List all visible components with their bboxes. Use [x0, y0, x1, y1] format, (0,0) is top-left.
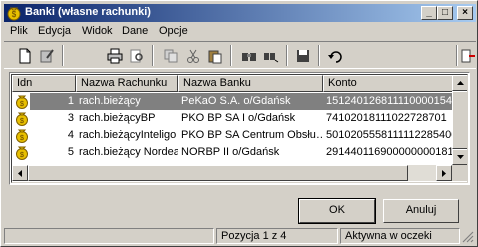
find-icon[interactable] [238, 45, 260, 66]
column-header-account-name[interactable]: Nazwa Rachunku [76, 75, 178, 92]
money-bag-icon: $ [16, 112, 28, 126]
scroll-corner [452, 165, 467, 181]
scroll-right-button[interactable] [436, 165, 452, 181]
svg-text:$: $ [12, 10, 17, 19]
menu-bar: Plik Edycja Widok Dane Opcje [4, 23, 476, 40]
toolbar [4, 41, 476, 69]
vertical-scroll-thumb[interactable] [452, 91, 467, 149]
accounts-list[interactable]: Idn Nazwa Rachunku Nazwa Banku Konto $ 1… [9, 72, 470, 185]
svg-text:$: $ [20, 152, 24, 159]
cell-bank-name: PeKaO S.A. o/Gdańsk [178, 93, 323, 110]
table-row[interactable]: $ 4 rach.bieżącyInteligo PKO BP SA Centr… [12, 127, 467, 144]
arrow-left-icon [18, 169, 22, 177]
cell-account-number: 74102018111022728701 [326, 112, 447, 124]
status-bar: Pozycja 1 z 4 Aktywna w oczeki [4, 227, 476, 245]
money-bag-icon: $ [7, 7, 21, 21]
copy-icon[interactable] [160, 45, 182, 66]
scroll-down-button[interactable] [452, 149, 467, 165]
money-bag-icon: $ [16, 95, 28, 109]
edit-icon[interactable] [36, 45, 58, 66]
svg-text:$: $ [20, 101, 24, 108]
toolbar-separator [456, 45, 458, 66]
toolbar-separator [230, 45, 232, 66]
status-position: Pozycja 1 z 4 [216, 228, 338, 244]
bank-accounts-window: $ Banki (własne rachunki) _ □ × Plik Edy… [0, 0, 478, 247]
find-next-icon[interactable] [260, 45, 282, 66]
cell-bank-name: PKO BP SA I o/Gdańsk [181, 112, 296, 124]
svg-text:$: $ [20, 118, 24, 125]
cell-idn: 3 [67, 112, 74, 124]
horizontal-scroll-thumb[interactable] [28, 165, 408, 181]
cell-account-name: rach.bieżący Nordea [79, 146, 178, 158]
money-bag-icon: $ [16, 146, 28, 160]
toolbar-separator [318, 45, 320, 66]
cell-idn: 4 [67, 129, 74, 141]
undo-icon[interactable] [324, 45, 346, 66]
svg-text:$: $ [20, 135, 24, 142]
cut-icon[interactable] [182, 45, 204, 66]
print-icon[interactable] [104, 45, 126, 66]
table-row[interactable]: $ 5 rach.bieżący Nordea NORBP II o/Gdańs… [12, 144, 467, 161]
minimize-button[interactable]: _ [421, 6, 437, 20]
toolbar-separator [286, 45, 288, 66]
window-title: Banki (własne rachunki) [25, 6, 151, 18]
title-bar[interactable]: $ Banki (własne rachunki) _ □ × [4, 4, 476, 22]
scroll-left-button[interactable] [12, 165, 28, 181]
row-icon-cell: $ 1 [12, 93, 76, 110]
close-button[interactable]: × [457, 6, 473, 20]
cancel-button[interactable]: Anuluj [383, 199, 459, 223]
arrow-right-icon [442, 169, 446, 177]
menu-widok[interactable]: Widok [82, 25, 113, 37]
ok-button[interactable]: OK [298, 198, 376, 224]
table-row[interactable]: $ 1 rach.bieżący PeKaO S.A. o/Gdańsk 151… [12, 93, 467, 110]
cell-idn: 5 [67, 146, 74, 158]
cell-account-name: rach.bieżącyInteligo [79, 129, 177, 141]
save-icon[interactable] [292, 45, 314, 66]
cell-account-name: rach.bieżącyBP [79, 112, 156, 124]
menu-dane[interactable]: Dane [122, 25, 148, 37]
cell-account-name: rach.bieżący [76, 93, 178, 110]
status-panel-empty [4, 228, 214, 244]
toolbar-separator [152, 45, 154, 66]
scroll-up-button[interactable] [452, 75, 467, 91]
cell-bank-name: NORBP II o/Gdańsk [181, 146, 280, 158]
toolbar-separator [62, 45, 64, 66]
arrow-up-icon [456, 81, 464, 85]
column-header-bank-name[interactable]: Nazwa Banku [178, 75, 323, 92]
arrow-down-icon [456, 155, 464, 159]
cell-bank-name: PKO BP SA Centrum Obsłu… [181, 129, 323, 141]
menu-edycja[interactable]: Edycja [38, 25, 71, 37]
money-bag-icon: $ [16, 129, 28, 143]
menu-opcje[interactable]: Opcje [159, 25, 188, 37]
preview-icon[interactable] [126, 45, 148, 66]
menu-plik[interactable]: Plik [10, 25, 28, 37]
vertical-scrollbar[interactable] [452, 75, 467, 165]
exit-icon[interactable] [460, 45, 476, 66]
paste-icon[interactable] [204, 45, 226, 66]
column-header-idn[interactable]: Idn [12, 75, 76, 92]
column-header-account-number[interactable]: Konto [323, 75, 467, 92]
accounts-list-frame: Idn Nazwa Rachunku Nazwa Banku Konto $ 1… [11, 74, 468, 183]
cell-account-number: 15124012681111000015433 [323, 93, 452, 110]
cell-account-number: 29144011690000000018177 [326, 146, 452, 158]
cell-account-number: 50102055581111122854000 [326, 129, 452, 141]
cell-idn: 1 [30, 93, 76, 110]
maximize-button[interactable]: □ [437, 6, 453, 20]
horizontal-scrollbar[interactable] [12, 165, 452, 181]
resize-grip-icon[interactable] [462, 231, 474, 243]
status-mode: Aktywna w oczeki [340, 228, 460, 244]
new-doc-icon[interactable] [14, 45, 36, 66]
list-header: Idn Nazwa Rachunku Nazwa Banku Konto [12, 75, 467, 92]
table-row[interactable]: $ 3 rach.bieżącyBP PKO BP SA I o/Gdańsk … [12, 110, 467, 127]
